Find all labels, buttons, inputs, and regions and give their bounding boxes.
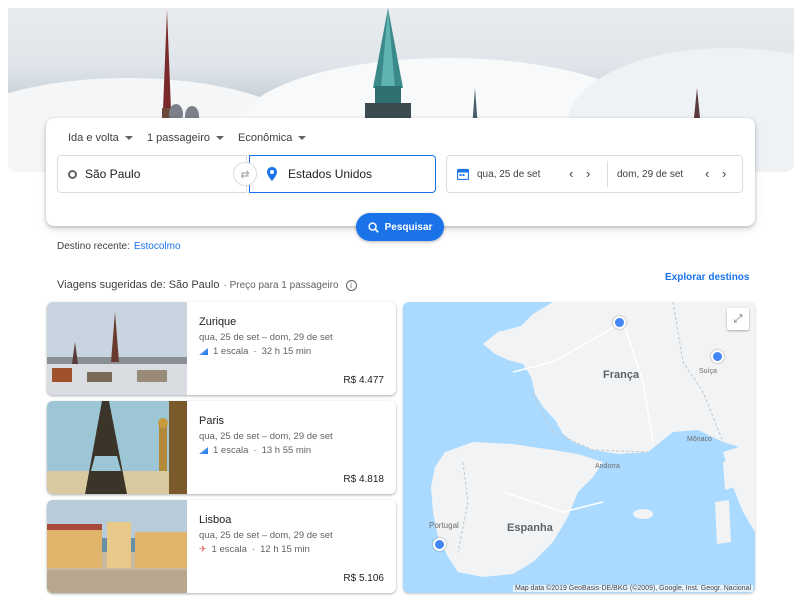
airline-logo-icon — [199, 447, 208, 454]
stops-count: 1 escala — [211, 544, 247, 555]
trip-type-select[interactable]: Ida e volta — [68, 132, 133, 144]
map-label-france: França — [603, 369, 640, 381]
trip-dates: qua, 25 de set – dom, 29 de set — [199, 431, 333, 442]
chevron-left-icon[interactable]: ‹ — [569, 166, 573, 181]
expand-map-icon[interactable]: ⤢ — [727, 308, 749, 330]
return-date[interactable]: dom, 29 de set — [617, 169, 683, 180]
destination-field[interactable]: Estados Unidos — [249, 155, 436, 193]
trip-city: Zurique — [199, 316, 237, 328]
suggestions-heading: Viagens sugeridas de: São Paulo · Preço … — [57, 279, 357, 291]
trip-stops: 1 escala · 32 h 15 min — [199, 346, 311, 357]
passengers-label: 1 passageiro — [147, 132, 210, 144]
trip-duration: 32 h 15 min — [261, 346, 312, 357]
trip-card-paris[interactable]: Paris qua, 25 de set – dom, 29 de set 1 … — [47, 401, 396, 494]
location-pin-icon — [267, 167, 277, 181]
map-pin-lisbon[interactable] — [433, 538, 446, 551]
suggestions-subtitle: · Preço para 1 passageiro — [223, 279, 339, 291]
recent-destination: Destino recente: Estocolmo — [57, 241, 181, 252]
map-pin-zurich[interactable] — [711, 350, 724, 363]
map-attribution: Map data ©2019 GeoBasis-DE/BKG (©2009), … — [513, 585, 753, 592]
zurich-photo — [47, 302, 187, 395]
cabin-select[interactable]: Econômica — [238, 132, 307, 144]
separator: · — [253, 346, 257, 357]
map-land — [431, 302, 755, 577]
recent-label: Destino recente: — [57, 241, 130, 252]
airline-logo-icon: ✈ — [199, 544, 207, 554]
chevron-down-icon — [216, 136, 224, 140]
trip-stops: 1 escala · 13 h 55 min — [199, 445, 311, 456]
trip-city: Paris — [199, 415, 225, 427]
separator: · — [253, 445, 257, 456]
stops-count: 1 escala — [213, 346, 249, 357]
map-label-switzerland: Suíça — [699, 368, 717, 375]
dates-field[interactable]: qua, 25 de set ‹ › dom, 29 de set ‹ › — [446, 155, 743, 193]
chevron-down-icon — [124, 136, 133, 140]
destination-value: Estados Unidos — [288, 167, 373, 181]
chevron-down-icon — [298, 136, 307, 140]
stops-count: 1 escala — [213, 445, 249, 456]
trip-dates: qua, 25 de set – dom, 29 de set — [199, 332, 333, 343]
airline-logo-icon — [199, 348, 208, 355]
map-label-monaco: Mônaco — [687, 436, 712, 443]
trip-type-label: Ida e volta — [68, 132, 119, 144]
chevron-right-icon[interactable]: › — [586, 166, 590, 181]
recent-link[interactable]: Estocolmo — [134, 241, 181, 252]
origin-value: São Paulo — [85, 167, 141, 181]
tower-spire — [365, 8, 411, 128]
trip-duration: 12 h 15 min — [260, 544, 310, 555]
return-date-value: dom, 29 de set — [617, 168, 684, 180]
trip-dates: qua, 25 de set – dom, 29 de set — [199, 530, 333, 541]
map-label-spain: Espanha — [507, 522, 553, 534]
explore-destinations-link[interactable]: Explorar destinos — [665, 272, 749, 283]
trip-stops: ✈ 1 escala · 12 h 15 min — [199, 544, 310, 555]
paris-photo — [47, 401, 187, 494]
trip-price: R$ 5.106 — [343, 573, 384, 584]
trip-duration: 13 h 55 min — [261, 445, 312, 456]
origin-field[interactable]: São Paulo — [57, 155, 247, 193]
trip-city: Lisboa — [199, 514, 232, 526]
separator: · — [251, 544, 256, 555]
circle-icon — [68, 169, 77, 179]
destinations-map[interactable]: França Espanha Portugal Suíça Andorra Mô… — [403, 302, 755, 593]
map-label-portugal: Portugal — [429, 521, 459, 530]
trip-price: R$ 4.477 — [343, 375, 384, 386]
info-icon[interactable]: i — [345, 279, 357, 291]
divider — [607, 161, 608, 187]
calendar-icon — [457, 168, 469, 180]
trip-card-zurique[interactable]: Zurique qua, 25 de set – dom, 29 de set … — [47, 302, 396, 395]
chevron-left-icon[interactable]: ‹ — [705, 166, 709, 181]
search-button[interactable]: Pesquisar — [356, 213, 444, 241]
trip-card-lisboa[interactable]: Lisboa qua, 25 de set – dom, 29 de set ✈… — [47, 500, 396, 593]
chevron-right-icon[interactable]: › — [722, 166, 726, 181]
search-button-label: Pesquisar — [384, 221, 433, 233]
depart-date-value: qua, 25 de set — [477, 168, 541, 180]
cabin-label: Econômica — [238, 132, 293, 144]
passengers-select[interactable]: 1 passageiro — [147, 132, 224, 144]
search-icon — [367, 221, 379, 233]
lisbon-photo — [47, 500, 187, 593]
depart-date[interactable]: qua, 25 de set — [457, 168, 540, 180]
swap-icon[interactable]: ⇄ — [233, 162, 257, 186]
trip-price: R$ 4.818 — [343, 474, 384, 485]
map-pin-paris[interactable] — [613, 316, 626, 329]
search-card: Ida e volta 1 passageiro Econômica São P… — [46, 118, 755, 226]
suggestions-title: Viagens sugeridas de: São Paulo — [57, 279, 220, 291]
map-label-andorra: Andorra — [595, 463, 620, 470]
